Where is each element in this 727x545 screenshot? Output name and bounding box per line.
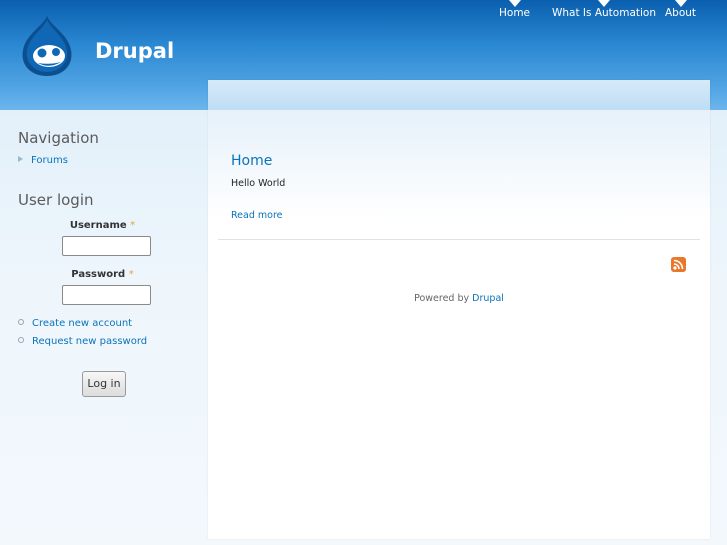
request-password-label: Request new password: [32, 336, 148, 347]
read-more-link[interactable]: Read more: [231, 210, 283, 221]
node-title[interactable]: Home: [231, 153, 272, 169]
caret-down-icon: [508, 0, 521, 7]
caret-down-icon: [598, 0, 610, 7]
primary-link-label: About: [665, 7, 697, 19]
username-label: Username *: [0, 220, 205, 231]
username-label-text: Username: [69, 220, 127, 231]
bullet-circle-icon: [18, 319, 24, 325]
triangle-right-icon: [18, 156, 23, 162]
content-top-bar: [208, 80, 710, 110]
primary-link-label: What Is Automation: [552, 7, 656, 19]
required-marker: *: [128, 269, 134, 280]
password-field[interactable]: [62, 285, 151, 305]
required-marker: *: [130, 220, 136, 231]
password-label: Password *: [0, 269, 205, 280]
primary-link-label: Home: [499, 7, 531, 19]
sidebar-item-forums[interactable]: Forums: [18, 155, 68, 166]
main-content: Home Hello World Read more Powered by Dr…: [208, 80, 710, 539]
primary-links: Home What Is Automation About: [0, 0, 727, 27]
log-in-button[interactable]: Log in: [82, 371, 126, 397]
footer-drupal-link[interactable]: Drupal: [472, 293, 504, 304]
sidebar-item-label: Forums: [31, 155, 68, 166]
username-field[interactable]: [62, 236, 151, 256]
create-account-link[interactable]: Create new account: [18, 318, 132, 329]
user-login-block-title: User login: [18, 191, 94, 209]
divider: [218, 239, 700, 240]
site-name[interactable]: Drupal: [95, 39, 174, 63]
password-label-text: Password: [71, 269, 126, 280]
primary-link-what-is-automation[interactable]: What Is Automation: [552, 0, 656, 19]
node-body: Hello World: [231, 178, 286, 189]
primary-link-about[interactable]: About: [665, 0, 697, 19]
left-sidebar: Navigation Forums User login Username * …: [0, 110, 205, 545]
footer: Powered by Drupal: [208, 293, 710, 304]
primary-link-home[interactable]: Home: [499, 0, 531, 19]
rss-icon[interactable]: [671, 257, 686, 272]
request-password-link[interactable]: Request new password: [18, 336, 147, 347]
navigation-block-title: Navigation: [18, 129, 99, 147]
bullet-circle-icon: [18, 337, 24, 343]
create-account-label: Create new account: [32, 318, 133, 329]
caret-down-icon: [674, 0, 687, 7]
content-gradient: [208, 110, 710, 220]
footer-prefix: Powered by: [414, 293, 470, 304]
